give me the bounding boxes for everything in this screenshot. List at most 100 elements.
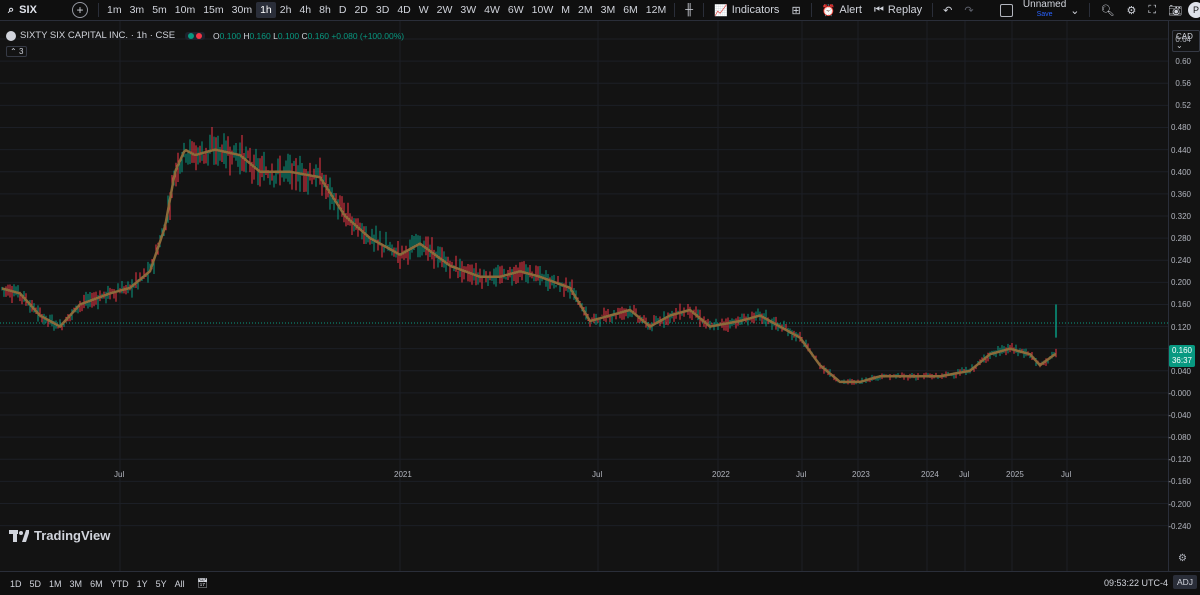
timeframe-4w[interactable]: 4W xyxy=(480,2,504,18)
time-tick: 2021 xyxy=(394,470,412,479)
redo-button[interactable]: ↷ xyxy=(958,4,979,17)
settings-button[interactable]: ⚙ xyxy=(1120,4,1142,17)
timeframe-15m[interactable]: 15m xyxy=(199,2,227,18)
price-tick: -0.000 xyxy=(1168,388,1191,398)
indicators-label: Indicators xyxy=(731,4,780,16)
range-1y[interactable]: 1Y xyxy=(133,577,152,591)
currency-selector[interactable]: CAD ⌄ xyxy=(1172,30,1200,52)
high-value: 0.160 xyxy=(249,30,271,41)
collapse-indicators-button[interactable]: ⌃ 3 xyxy=(6,46,28,57)
symbol-label: SIX xyxy=(19,4,37,16)
replay-icon: ⏮ xyxy=(873,3,884,16)
range-all[interactable]: All xyxy=(171,577,189,591)
undo-button[interactable]: ↶ xyxy=(937,4,958,17)
timeframe-3w[interactable]: 3W xyxy=(456,2,480,18)
quick-search-button[interactable]: 🔍︎ xyxy=(1094,4,1120,17)
replay-button[interactable]: ⏮ Replay xyxy=(868,4,928,17)
avatar-letter: P xyxy=(1192,5,1199,15)
date-range-list: 1D 5D 1M 3M 6M YTD 1Y 5Y All xyxy=(0,577,189,591)
timeframe-w[interactable]: W xyxy=(415,2,433,18)
timeframe-2w[interactable]: 2W xyxy=(433,2,457,18)
timeframe-m[interactable]: M xyxy=(557,2,574,18)
chart-pane[interactable] xyxy=(0,21,1168,571)
open-value: 0.100 xyxy=(219,30,241,41)
price-tick: -0.080 xyxy=(1168,433,1191,443)
templates-button[interactable]: ⊞ xyxy=(785,4,806,17)
symbol-title[interactable]: SIXTY SIX CAPITAL INC. · 1h · CSE xyxy=(20,30,175,41)
ohlc-values: O0.100 H0.160 L0.100 C0.160 +0.080 (+100… xyxy=(213,31,404,41)
timeframe-3m[interactable]: 3m xyxy=(126,2,149,18)
price-tick: -0.240 xyxy=(1168,521,1191,531)
zoom-icon: 🔍︎ xyxy=(1100,4,1115,17)
layout-icon xyxy=(999,3,1013,17)
add-symbol-icon[interactable]: + xyxy=(72,2,88,18)
price-chart[interactable] xyxy=(0,21,1168,571)
tradingview-logo[interactable]: TradingView xyxy=(9,528,110,543)
price-tick: 0.400 xyxy=(1170,167,1191,177)
timeframe-10w[interactable]: 10W xyxy=(528,2,558,18)
close-value: 0.160 xyxy=(307,30,329,41)
timeframe-2h[interactable]: 2h xyxy=(276,2,296,18)
timeframe-4h[interactable]: 4h xyxy=(295,2,315,18)
gear-icon: ⚙ xyxy=(1126,4,1137,17)
layout-button[interactable]: Unnamed Save ⌄ xyxy=(994,0,1086,20)
price-tick: 0.120 xyxy=(1170,322,1191,332)
timeframe-3m[interactable]: 3M xyxy=(597,2,620,18)
camera-icon: 📷︎ xyxy=(1168,4,1182,17)
price-tick: -0.040 xyxy=(1168,411,1191,421)
divider xyxy=(810,3,812,17)
timeframe-8h[interactable]: 8h xyxy=(315,2,335,18)
divider xyxy=(98,3,99,17)
symbol-search[interactable]: ⌕ SIX xyxy=(0,4,68,17)
currency-label: CAD xyxy=(1176,32,1193,41)
range-5y[interactable]: 5Y xyxy=(152,577,171,591)
time-tick: Jul xyxy=(1061,470,1072,479)
indicators-icon: 📈 xyxy=(714,4,728,17)
price-tick: -0.120 xyxy=(1168,455,1191,465)
tradingview-logo-icon xyxy=(9,529,29,542)
range-5d[interactable]: 5D xyxy=(26,577,46,591)
alert-button[interactable]: ⏰ Alert xyxy=(816,4,868,17)
timeframe-12m[interactable]: 12M xyxy=(642,2,670,18)
time-tick: 2025 xyxy=(1006,470,1024,479)
adjust-button[interactable]: ADJ xyxy=(1172,575,1197,589)
indicators-button[interactable]: 📈 Indicators xyxy=(708,4,785,17)
timeframe-10m[interactable]: 10m xyxy=(171,2,199,18)
timeframe-3d[interactable]: 3D xyxy=(372,2,393,18)
time-tick: Jul xyxy=(114,470,125,479)
timeframe-4d[interactable]: 4D xyxy=(393,2,414,18)
user-avatar[interactable]: P xyxy=(1188,2,1200,18)
calendar-icon[interactable]: 📅︎ xyxy=(197,578,208,589)
timeframe-30m[interactable]: 30m xyxy=(228,2,256,18)
price-axis[interactable]: 0.64 0.60 0.56 0.52 0.480 0.440 0.400 0.360 0.32… xyxy=(1168,21,1200,571)
timeframe-1h[interactable]: 1h xyxy=(256,2,276,18)
divider xyxy=(932,3,934,17)
timeframe-1m[interactable]: 1m xyxy=(103,2,126,18)
range-3m[interactable]: 3M xyxy=(66,577,87,591)
timeframe-6m[interactable]: 6M xyxy=(619,2,642,18)
range-6m[interactable]: 6M xyxy=(86,577,107,591)
snapshot-button[interactable]: 📷︎ xyxy=(1162,4,1188,17)
open-label: O xyxy=(213,30,220,41)
range-ytd[interactable]: YTD xyxy=(107,577,133,591)
range-1m[interactable]: 1M xyxy=(45,577,66,591)
top-toolbar: ⌕ SIX + 1m 3m 5m 10m 15m 30m 1h 2h 4h 8h D 2D 3D 4D W 2… xyxy=(0,0,1200,21)
timezone-clock[interactable]: 09:53:22 UTC-4 xyxy=(1104,578,1168,588)
timeframe-2d[interactable]: 2D xyxy=(350,2,371,18)
range-1d[interactable]: 1D xyxy=(6,577,26,591)
timeframe-5m[interactable]: 5m xyxy=(148,2,171,18)
chart-type-button[interactable]: ╫ xyxy=(679,4,699,16)
timeframe-2m[interactable]: 2M xyxy=(574,2,597,18)
chart-legend: SIXTY SIX CAPITAL INC. · 1h · CSE O0.100… xyxy=(6,30,404,41)
time-tick: Jul xyxy=(592,470,603,479)
chevron-down-icon: ⌄ xyxy=(1070,4,1080,17)
legend-status[interactable] xyxy=(185,31,206,40)
timeframe-d[interactable]: D xyxy=(335,2,351,18)
chart-settings-icon[interactable]: ⚙ xyxy=(1178,553,1187,564)
last-price-value: 0.160 xyxy=(1171,346,1193,355)
undo-icon: ↶ xyxy=(943,4,953,17)
fullscreen-button[interactable]: ⛶ xyxy=(1142,4,1162,17)
timeframe-list: 1m 3m 5m 10m 15m 30m 1h 2h 4h 8h D 2D 3D 4D W 2W 3W 4W 6W 1… xyxy=(103,2,670,18)
timeframe-6w[interactable]: 6W xyxy=(504,2,528,18)
alert-label: Alert xyxy=(839,4,862,16)
